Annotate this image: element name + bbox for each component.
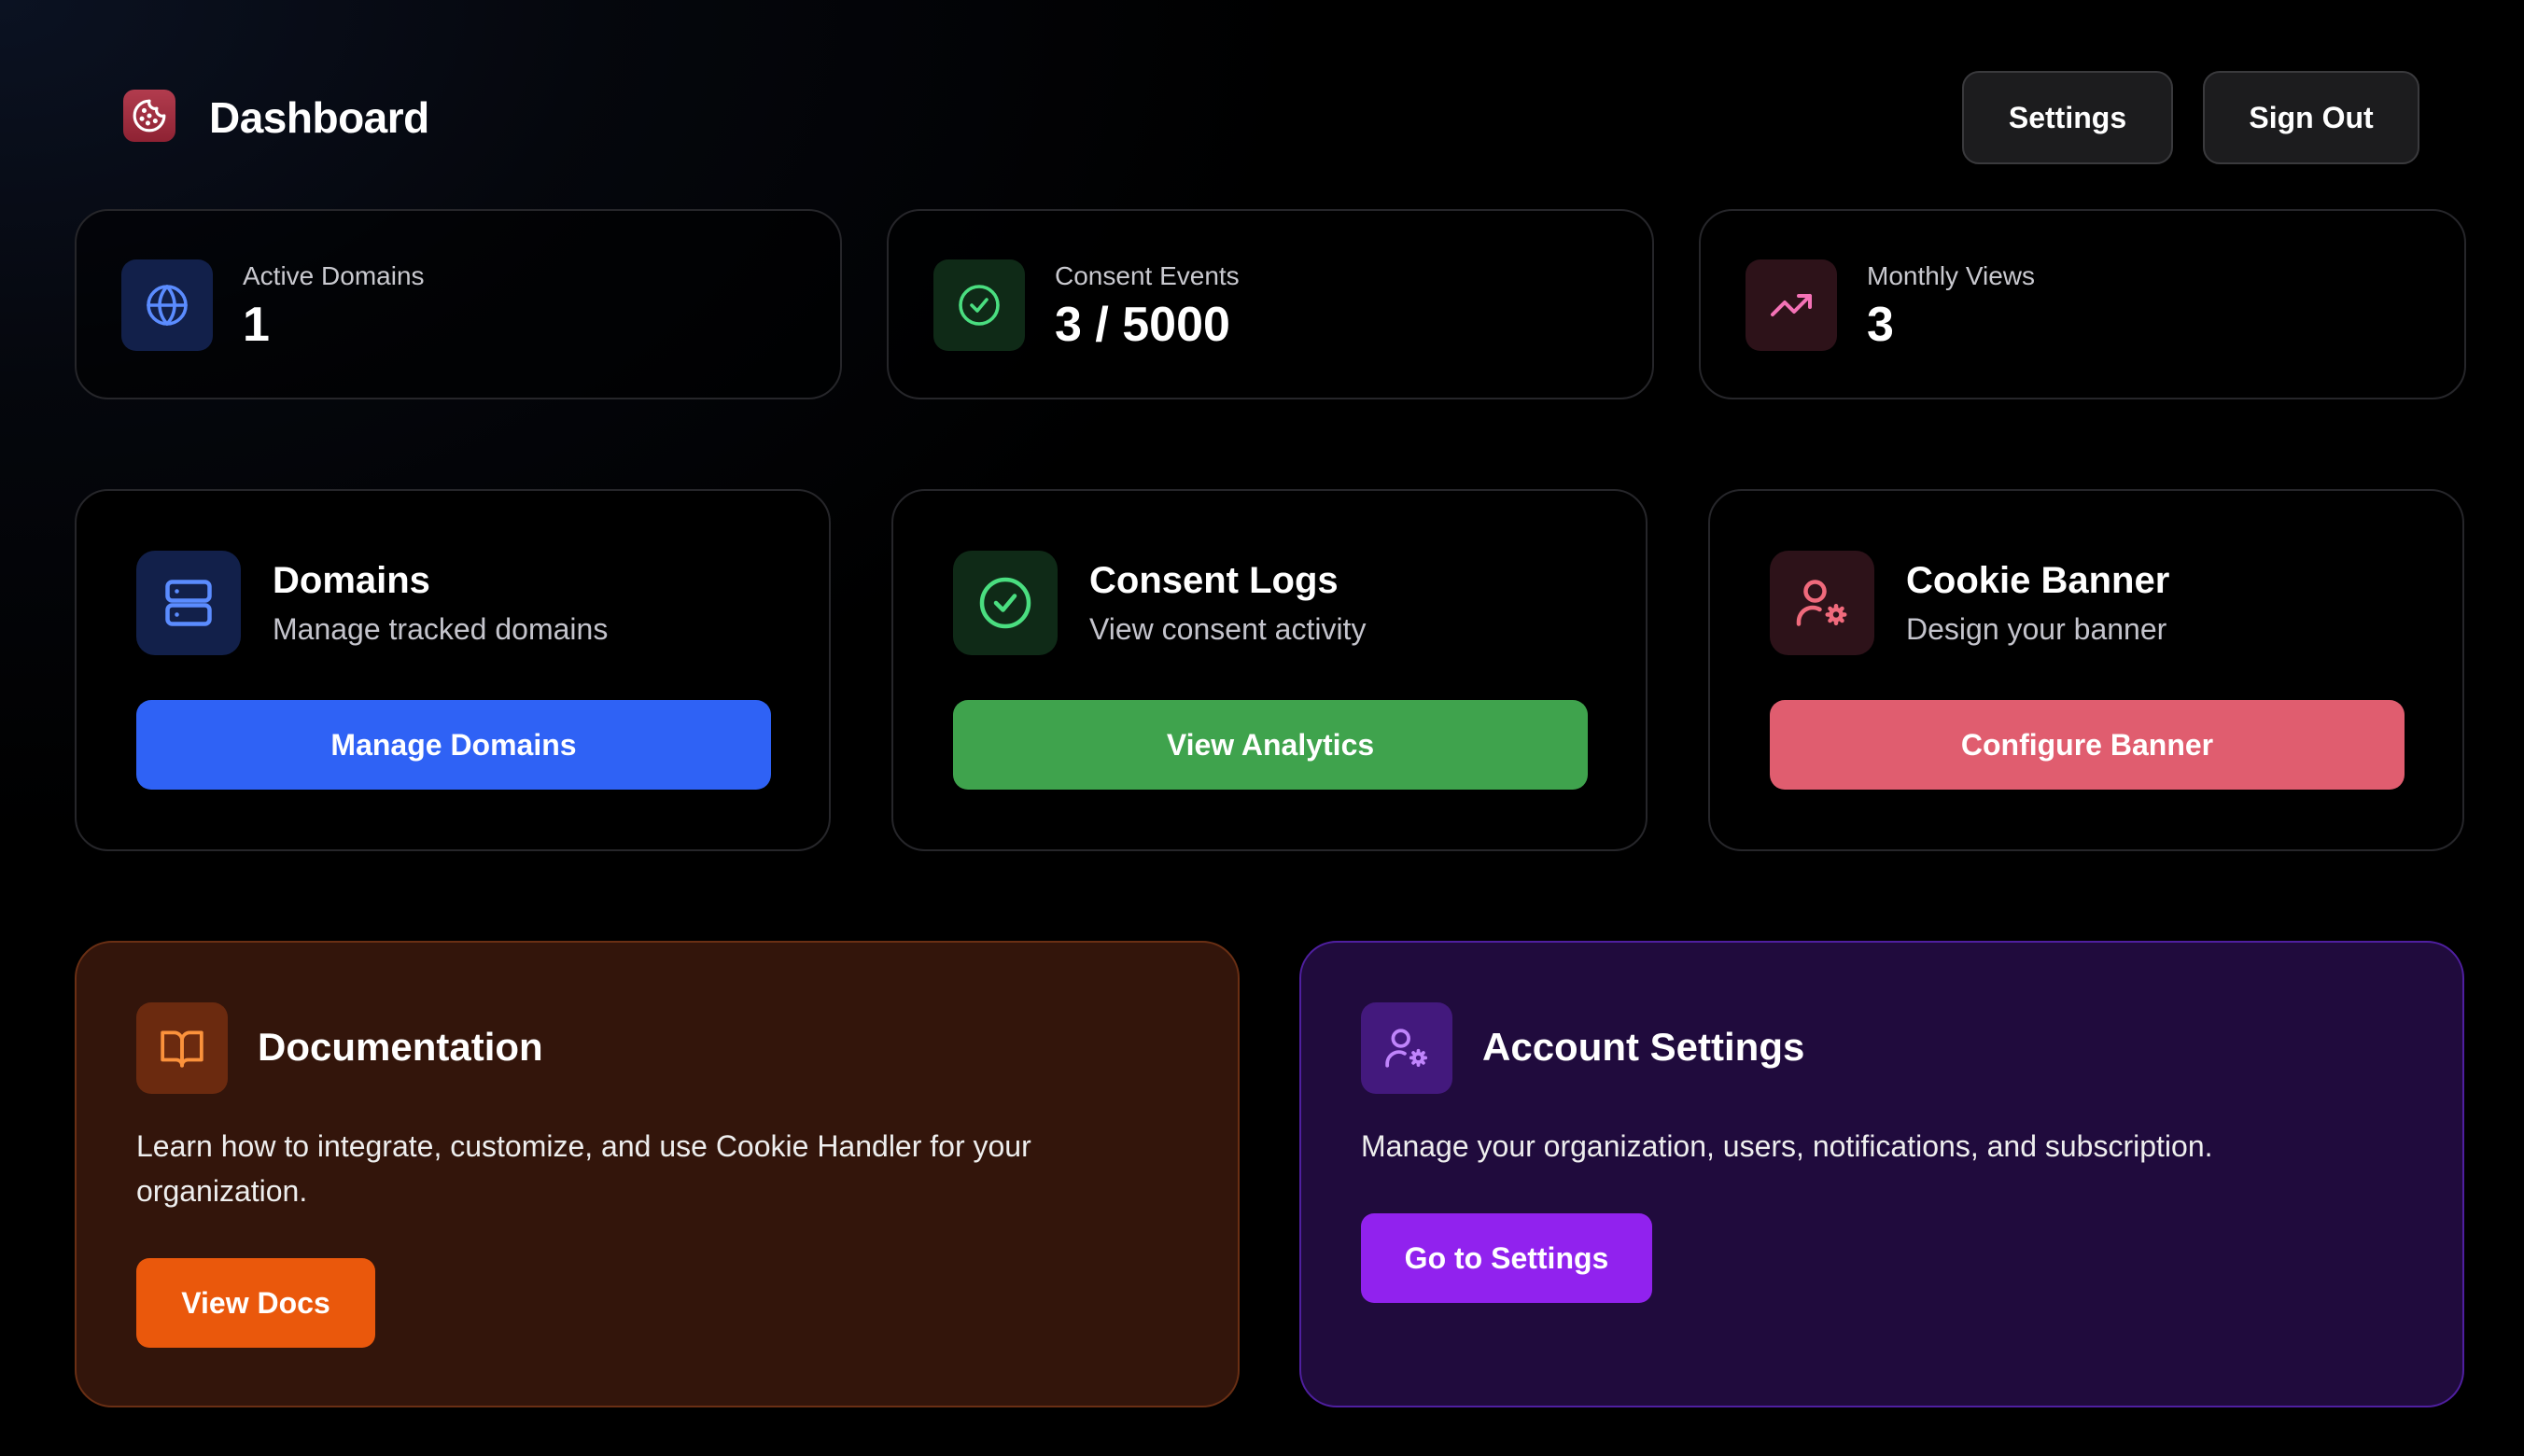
card-subtitle: Design your banner — [1906, 612, 2167, 646]
stat-card-consent-events: Consent Events 3 / 5000 — [887, 209, 1654, 399]
stat-value: 3 / 5000 — [1055, 298, 1230, 352]
sign-out-button[interactable]: Sign Out — [2203, 71, 2419, 164]
go-to-settings-button[interactable]: Go to Settings — [1361, 1213, 1652, 1303]
account-settings-card: Account Settings Manage your organizatio… — [1299, 941, 2464, 1407]
check-circle-icon — [933, 259, 1025, 351]
stat-label: Consent Events — [1055, 261, 1240, 290]
cookie-banner-card: Cookie Banner Design your banner Configu… — [1708, 489, 2464, 851]
card-title: Domains — [273, 560, 430, 601]
stat-value: 1 — [243, 298, 270, 352]
configure-banner-button[interactable]: Configure Banner — [1770, 700, 2405, 790]
user-cog-icon — [1770, 551, 1874, 655]
card-description: Learn how to integrate, customize, and u… — [136, 1129, 1031, 1208]
manage-domains-button[interactable]: Manage Domains — [136, 700, 771, 790]
card-subtitle: View consent activity — [1089, 612, 1367, 646]
view-docs-button[interactable]: View Docs — [136, 1258, 375, 1348]
domains-card: Domains Manage tracked domains Manage Do… — [75, 489, 831, 851]
consent-logs-card: Consent Logs View consent activity View … — [891, 489, 1648, 851]
trending-up-icon — [1746, 259, 1837, 351]
card-title: Account Settings — [1482, 1025, 1805, 1069]
card-description: Manage your organization, users, notific… — [1361, 1129, 2213, 1163]
stat-card-active-domains: Active Domains 1 — [75, 209, 842, 399]
cookie-icon — [123, 90, 175, 142]
server-icon — [136, 551, 241, 655]
view-analytics-button[interactable]: View Analytics — [953, 700, 1588, 790]
stat-label: Monthly Views — [1867, 261, 2036, 290]
settings-button[interactable]: Settings — [1962, 71, 2173, 164]
user-cog-icon — [1361, 1002, 1452, 1094]
card-title: Documentation — [258, 1025, 543, 1069]
stat-label: Active Domains — [243, 261, 425, 290]
check-circle-icon — [953, 551, 1058, 655]
stat-card-monthly-views: Monthly Views 3 — [1699, 209, 2466, 399]
page-title: Dashboard — [209, 93, 429, 142]
card-title: Cookie Banner — [1906, 560, 2170, 601]
globe-icon — [121, 259, 213, 351]
documentation-card: Documentation Learn how to integrate, cu… — [75, 941, 1240, 1407]
card-subtitle: Manage tracked domains — [273, 612, 609, 646]
stat-value: 3 — [1867, 298, 1894, 352]
book-open-icon — [136, 1002, 228, 1094]
header: Dashboard Settings Sign Out — [0, 0, 2524, 215]
card-title: Consent Logs — [1089, 560, 1339, 601]
